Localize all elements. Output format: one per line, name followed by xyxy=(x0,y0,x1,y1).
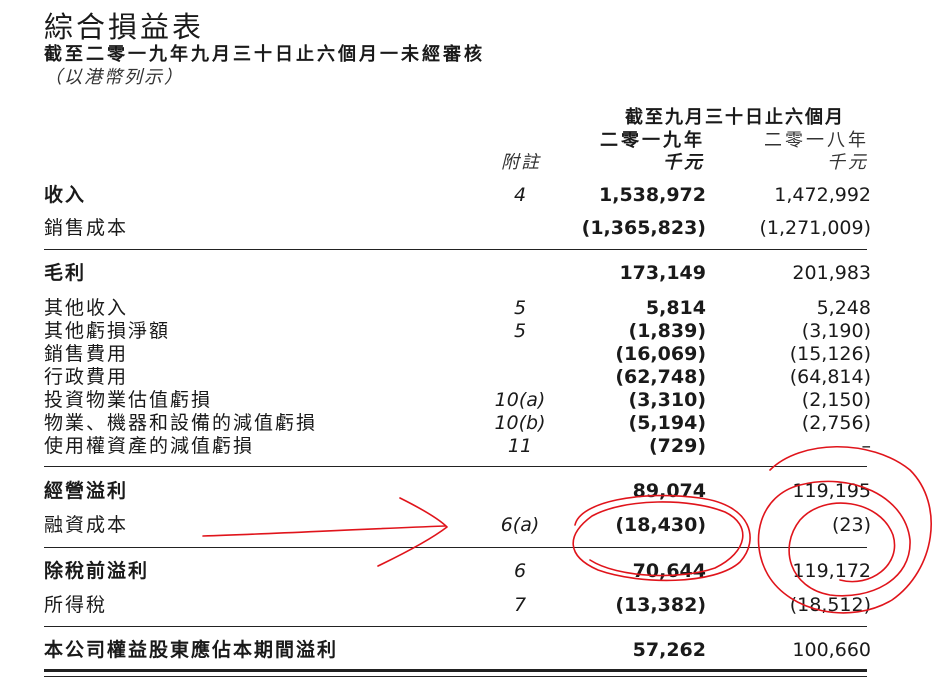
arrow-shaft xyxy=(202,525,446,537)
circle-scribble-prior xyxy=(757,446,932,614)
circle-scribble-current xyxy=(572,494,751,582)
arrow-head xyxy=(377,497,448,567)
annotation-overlay xyxy=(202,446,932,614)
